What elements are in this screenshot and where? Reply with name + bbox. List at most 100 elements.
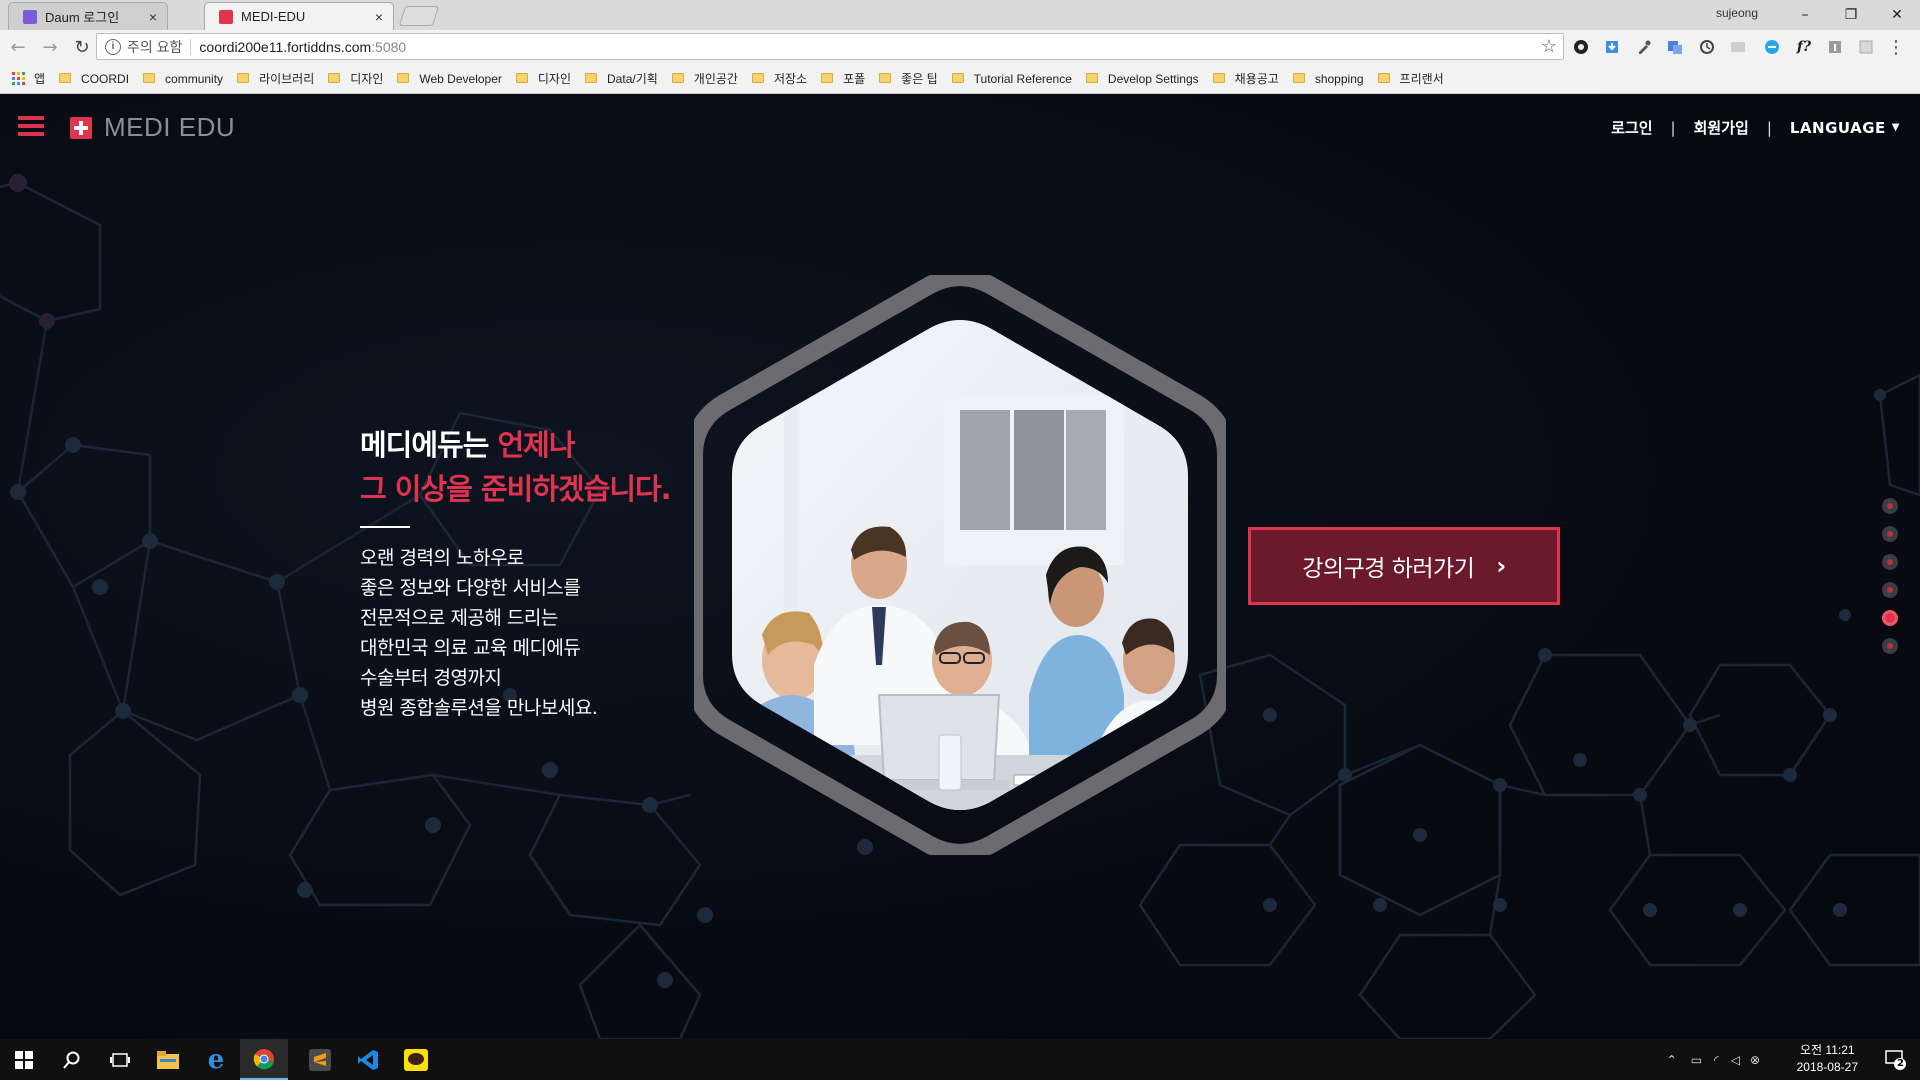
dark-circle-icon[interactable] xyxy=(1571,37,1591,57)
file-explorer-icon[interactable] xyxy=(144,1039,192,1080)
chevron-up-icon[interactable]: ⌃ xyxy=(1667,1053,1677,1067)
bookmark-folder[interactable]: 프리랜서 xyxy=(1377,70,1444,87)
headline-line-2: 그 이상을 준비하겠습니다. xyxy=(360,472,672,506)
windows-start-icon[interactable] xyxy=(0,1039,48,1080)
bookmark-folder[interactable]: 라이브러리 xyxy=(237,70,314,87)
close-window-button[interactable]: ✕ xyxy=(1874,0,1920,30)
forward-button[interactable]: → xyxy=(36,33,64,61)
logo-text: MEDI EDU xyxy=(104,112,236,142)
download-icon[interactable] xyxy=(1602,37,1622,57)
search-icon[interactable] xyxy=(48,1039,96,1080)
language-dropdown[interactable]: LANGUAGE ▼ xyxy=(1790,119,1900,137)
kakaotalk-icon[interactable] xyxy=(392,1039,440,1080)
pager-dot[interactable] xyxy=(1882,638,1898,654)
bookmark-folder[interactable]: COORDI xyxy=(59,72,129,86)
folder-icon xyxy=(1292,72,1305,83)
bookmark-label: 개인공간 xyxy=(693,72,738,86)
hero-description: 오랜 경력의 노하우로 좋은 정보와 다양한 서비스를 전문적으로 제공해 드리… xyxy=(360,543,598,723)
login-link[interactable]: 로그인 xyxy=(1611,117,1652,138)
top-navigation: 로그인 | 회원가입 | LANGUAGE ▼ xyxy=(1611,117,1900,138)
profile-name[interactable]: sujeong xyxy=(1716,6,1758,20)
wifi-icon[interactable]: ◜ xyxy=(1714,1053,1719,1067)
task-view-icon[interactable] xyxy=(96,1039,144,1080)
url-port[interactable]: :5080 xyxy=(371,39,406,55)
folder-icon xyxy=(237,72,250,83)
clock-date: 2018-08-27 xyxy=(1796,1060,1858,1074)
pager-dot[interactable] xyxy=(1882,526,1898,542)
maximize-button[interactable]: ❐ xyxy=(1828,0,1874,30)
sync-icon[interactable] xyxy=(1697,37,1717,57)
pager-dot[interactable] xyxy=(1882,610,1898,626)
notification-center-icon[interactable]: 2 xyxy=(1884,1048,1906,1070)
menu-kebab-icon[interactable]: ⋮ xyxy=(1886,37,1906,58)
minimize-button[interactable]: – xyxy=(1782,0,1828,30)
bookmark-folder[interactable]: 좋은 팁 xyxy=(879,70,938,87)
internet-explorer-icon[interactable]: e xyxy=(192,1039,240,1080)
chevron-down-icon: ▼ xyxy=(1891,122,1900,133)
info-ext-icon[interactable] xyxy=(1825,37,1845,57)
ime-close-icon[interactable]: ⊗ xyxy=(1750,1053,1760,1067)
bookmark-folder[interactable]: Tutorial Reference xyxy=(951,72,1072,86)
bookmark-folder[interactable]: 개인공간 xyxy=(671,70,738,87)
bookmark-label: 저장소 xyxy=(773,72,808,86)
new-tab-button[interactable] xyxy=(398,6,440,26)
back-button[interactable]: ← xyxy=(4,33,32,61)
bookmark-label: Data/기획 xyxy=(607,72,658,86)
bookmark-folder[interactable]: Data/기획 xyxy=(585,70,658,87)
security-label[interactable]: 주의 요함 xyxy=(127,37,182,57)
folder-icon xyxy=(671,72,684,83)
pager-dot[interactable] xyxy=(1882,498,1898,514)
bookmark-folder[interactable]: shopping xyxy=(1292,72,1364,86)
browse-courses-button[interactable]: 강의구경 하러가기 › xyxy=(1248,527,1560,605)
bookmark-folder[interactable]: 포폴 xyxy=(821,70,865,87)
reload-button[interactable]: ↻ xyxy=(68,33,96,61)
site-logo[interactable]: MEDI EDU xyxy=(70,112,235,143)
battery-icon[interactable]: ▭ xyxy=(1691,1053,1702,1067)
ext-gray-icon[interactable] xyxy=(1728,37,1748,57)
bookmark-folder[interactable]: 디자인 xyxy=(515,70,571,87)
bookmark-star-icon[interactable]: ☆ xyxy=(1541,36,1557,57)
font-icon[interactable]: f? xyxy=(1794,37,1814,57)
folder-icon xyxy=(951,72,964,83)
address-bar[interactable]: i 주의 요함 coordi200e11.fortiddns.com :5080… xyxy=(96,33,1564,60)
description-line: 오랜 경력의 노하우로 xyxy=(360,547,524,569)
bookmark-folder[interactable]: Web Developer xyxy=(397,72,502,86)
bookmark-label: 좋은 팁 xyxy=(901,72,938,86)
taskbar-clock[interactable]: 오전 11:21 2018-08-27 xyxy=(1797,1042,1858,1076)
puzzle-icon[interactable] xyxy=(1856,37,1876,57)
bookmark-folder[interactable]: 채용공고 xyxy=(1212,70,1279,87)
info-icon[interactable]: i xyxy=(105,38,121,55)
description-line: 대한민국 의료 교육 메디에듀 xyxy=(360,637,581,659)
bookmark-folder[interactable]: 저장소 xyxy=(751,70,808,87)
url-host[interactable]: coordi200e11.fortiddns.com xyxy=(199,39,371,55)
translate-icon[interactable] xyxy=(1665,37,1685,57)
bookmark-apps[interactable]: 앱 xyxy=(12,70,45,87)
volume-icon[interactable]: ◁ xyxy=(1731,1053,1740,1067)
chat-icon[interactable] xyxy=(1762,37,1782,57)
bookmark-folder[interactable]: community xyxy=(143,72,223,86)
sublime-text-icon[interactable] xyxy=(296,1039,344,1080)
eyedropper-icon[interactable] xyxy=(1634,37,1654,57)
bookmark-folder[interactable]: Develop Settings xyxy=(1085,72,1199,86)
clock-time: 오전 11:21 xyxy=(1800,1043,1855,1057)
medi-edu-favicon-icon xyxy=(219,9,233,24)
vscode-icon[interactable] xyxy=(344,1039,392,1080)
bookmark-label: 프리랜서 xyxy=(1399,72,1444,86)
hamburger-menu-icon[interactable] xyxy=(18,116,44,136)
signup-link[interactable]: 회원가입 xyxy=(1694,117,1749,138)
address-divider xyxy=(190,38,192,55)
bookmark-folder[interactable]: 디자인 xyxy=(328,70,383,87)
tab-close-icon[interactable]: × xyxy=(375,9,383,25)
description-line: 좋은 정보와 다양한 서비스를 xyxy=(360,577,581,599)
pager-dot[interactable] xyxy=(1882,554,1898,570)
tab-close-icon[interactable]: × xyxy=(149,9,157,25)
tab-medi-edu[interactable]: MEDI-EDU × xyxy=(204,2,394,30)
apps-grid-icon xyxy=(12,71,26,86)
chrome-icon[interactable] xyxy=(240,1039,288,1080)
headline-white-text: 메디에듀는 xyxy=(360,428,498,462)
folder-icon xyxy=(143,72,156,83)
pager-dot[interactable] xyxy=(1882,582,1898,598)
tab-daum-login[interactable]: Daum 로그인 × xyxy=(8,2,168,30)
system-tray: ⌃ ▭ ◜ ◁ ⊗ xyxy=(1667,1039,1760,1080)
folder-icon xyxy=(328,72,341,83)
